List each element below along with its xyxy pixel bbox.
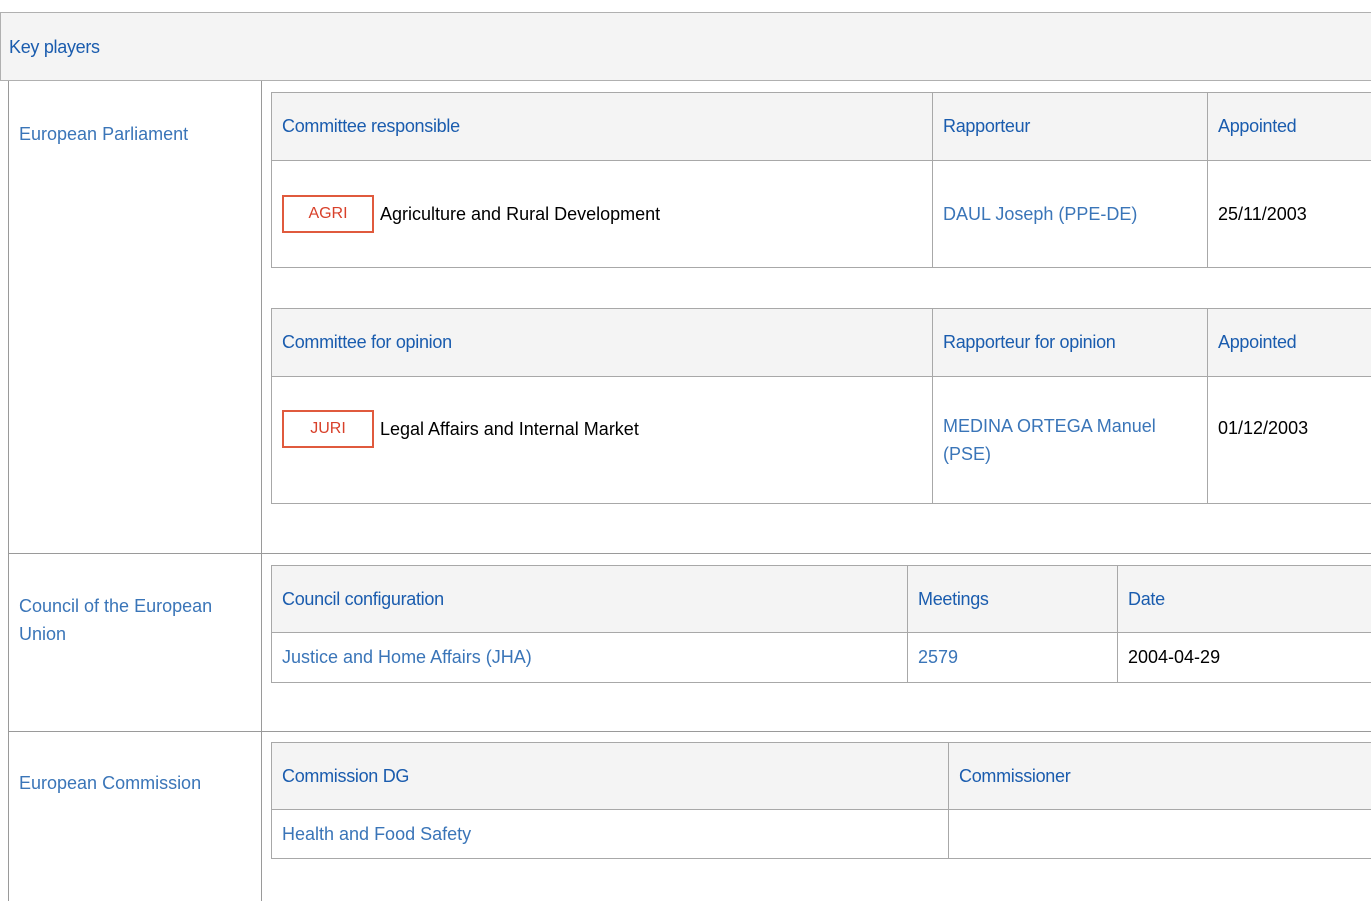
header-committee-responsible: Committee responsible: [271, 92, 933, 161]
commission-dg-link[interactable]: Health and Food Safety: [282, 824, 471, 844]
table-row: Justice and Home Affairs (JHA) 2579 2004…: [271, 632, 1371, 683]
header-appointed: Appointed: [1207, 92, 1371, 161]
appointed-date: 01/12/2003: [1218, 418, 1309, 438]
committee-opinion-table: Committee for opinion Rapporteur for opi…: [271, 308, 1371, 504]
commission-table: Commission DG Commissioner Health and Fo…: [271, 742, 1371, 859]
row-divider: [8, 553, 1371, 554]
header-appointed: Appointed: [1207, 308, 1371, 377]
header-commission-dg: Commission DG: [271, 742, 949, 810]
committee-name: Agriculture and Rural Development: [380, 203, 661, 224]
committee-responsible-table: Committee responsible Rapporteur Appoint…: [271, 92, 1371, 268]
outer-left-border: [8, 81, 9, 901]
header-date: Date: [1117, 565, 1371, 633]
appointed-date: 25/11/2003: [1218, 203, 1307, 224]
meetings-link[interactable]: 2579: [918, 647, 958, 667]
committee-code-badge[interactable]: AGRI: [282, 195, 374, 233]
row-divider: [8, 731, 1371, 732]
header-commissioner: Commissioner: [948, 742, 1371, 810]
table-row: AGRI Agriculture and Rural Development D…: [271, 160, 1371, 268]
row-label-council[interactable]: Council of the European Union: [19, 592, 249, 648]
committee-name: Legal Affairs and Internal Market: [380, 418, 639, 439]
header-rapporteur: Rapporteur: [932, 92, 1208, 161]
council-table: Council configuration Meetings Date Just…: [271, 565, 1371, 683]
outer-column-divider: [261, 81, 262, 901]
header-rapporteur-opinion: Rapporteur for opinion: [932, 308, 1208, 377]
table-row: Health and Food Safety: [271, 809, 1371, 859]
committee-cell: AGRI Agriculture and Rural Development: [271, 160, 933, 268]
meeting-date: 2004-04-29: [1128, 647, 1221, 667]
committee-code-badge[interactable]: JURI: [282, 410, 374, 448]
key-players-header: [0, 12, 1371, 81]
table-row: JURI Legal Affairs and Internal Market M…: [271, 376, 1371, 504]
committee-cell: JURI Legal Affairs and Internal Market: [271, 376, 933, 504]
row-label-european-parliament[interactable]: European Parliament: [19, 120, 188, 148]
header-council-configuration: Council configuration: [271, 565, 908, 633]
header-meetings: Meetings: [907, 565, 1118, 633]
header-committee-opinion: Committee for opinion: [271, 308, 933, 377]
rapporteur-link[interactable]: DAUL Joseph (PPE-DE): [943, 204, 1137, 224]
row-label-european-commission[interactable]: European Commission: [19, 769, 201, 797]
council-configuration-link[interactable]: Justice and Home Affairs (JHA): [282, 647, 532, 667]
rapporteur-link[interactable]: MEDINA ORTEGA Manuel (PSE): [943, 416, 1156, 464]
section-title: Key players: [9, 37, 100, 57]
